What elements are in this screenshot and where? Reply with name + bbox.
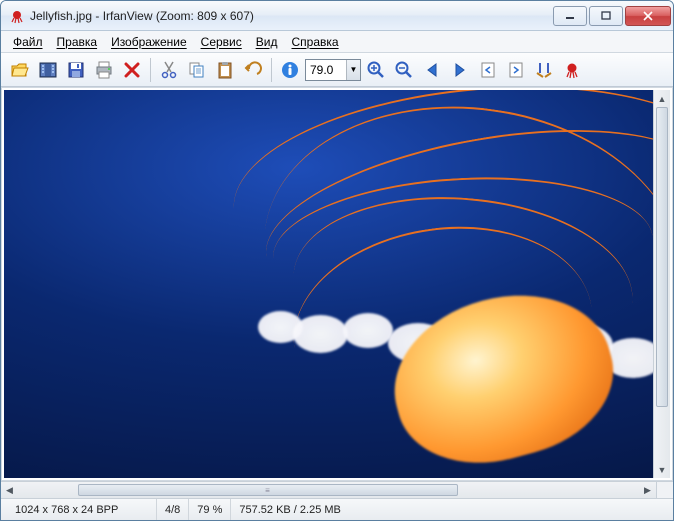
zoom-input[interactable]: [306, 60, 346, 80]
save-icon[interactable]: [63, 57, 89, 83]
status-index: 4/8: [157, 499, 189, 520]
app-icon: [9, 8, 25, 24]
titlebar: Jellyfish.jpg - IrfanView (Zoom: 809 x 6…: [1, 1, 673, 31]
content-area: ▲ ▼: [1, 87, 673, 481]
vscroll-track[interactable]: [654, 107, 670, 461]
zoom-dropdown-button[interactable]: ▼: [346, 60, 360, 80]
settings-icon[interactable]: [531, 57, 557, 83]
window-title: Jellyfish.jpg - IrfanView (Zoom: 809 x 6…: [30, 9, 551, 23]
delete-icon[interactable]: [119, 57, 145, 83]
paste-icon[interactable]: [212, 57, 238, 83]
vscroll-thumb[interactable]: [656, 107, 668, 407]
info-icon[interactable]: [277, 57, 303, 83]
copy-icon[interactable]: [184, 57, 210, 83]
menu-view[interactable]: Вид: [250, 33, 284, 51]
print-icon[interactable]: [91, 57, 117, 83]
status-filesize: 757.52 KB / 2.25 MB: [231, 499, 349, 520]
scroll-left-button[interactable]: ◀: [1, 482, 18, 498]
statusbar: 1024 x 768 x 24 BPP 4/8 79 % 757.52 KB /…: [1, 498, 673, 520]
menubar: Файл Правка Изображение Сервис Вид Справ…: [1, 31, 673, 53]
menu-image[interactable]: Изображение: [105, 33, 193, 51]
hscroll-track[interactable]: ≡: [18, 482, 639, 498]
open-icon[interactable]: [7, 57, 33, 83]
about-icon[interactable]: [559, 57, 585, 83]
next-icon[interactable]: [447, 57, 473, 83]
hscroll-thumb[interactable]: ≡: [78, 484, 458, 496]
undo-icon[interactable]: [240, 57, 266, 83]
maximize-button[interactable]: [589, 6, 623, 26]
scroll-up-button[interactable]: ▲: [654, 90, 670, 107]
cut-icon[interactable]: [156, 57, 182, 83]
menu-service[interactable]: Сервис: [195, 33, 248, 51]
scroll-corner: [656, 481, 673, 498]
horizontal-scrollbar[interactable]: ◀ ≡ ▶: [1, 481, 656, 498]
next-page-icon[interactable]: [503, 57, 529, 83]
vertical-scrollbar[interactable]: ▲ ▼: [653, 90, 670, 478]
prev-icon[interactable]: [419, 57, 445, 83]
scroll-down-button[interactable]: ▼: [654, 461, 670, 478]
status-dimensions: 1024 x 768 x 24 BPP: [7, 499, 157, 520]
scroll-right-button[interactable]: ▶: [639, 482, 656, 498]
menu-edit[interactable]: Правка: [51, 33, 104, 51]
toolbar: ▼: [1, 53, 673, 87]
menu-file[interactable]: Файл: [7, 33, 49, 51]
zoom-out-icon[interactable]: [391, 57, 417, 83]
minimize-button[interactable]: [553, 6, 587, 26]
prev-page-icon[interactable]: [475, 57, 501, 83]
zoom-combo[interactable]: ▼: [305, 59, 361, 81]
zoom-in-icon[interactable]: [363, 57, 389, 83]
image-viewport[interactable]: [4, 90, 653, 478]
menu-help[interactable]: Справка: [286, 33, 345, 51]
status-zoom: 79 %: [189, 499, 231, 520]
window-controls: [551, 6, 671, 26]
close-button[interactable]: [625, 6, 671, 26]
slideshow-icon[interactable]: [35, 57, 61, 83]
